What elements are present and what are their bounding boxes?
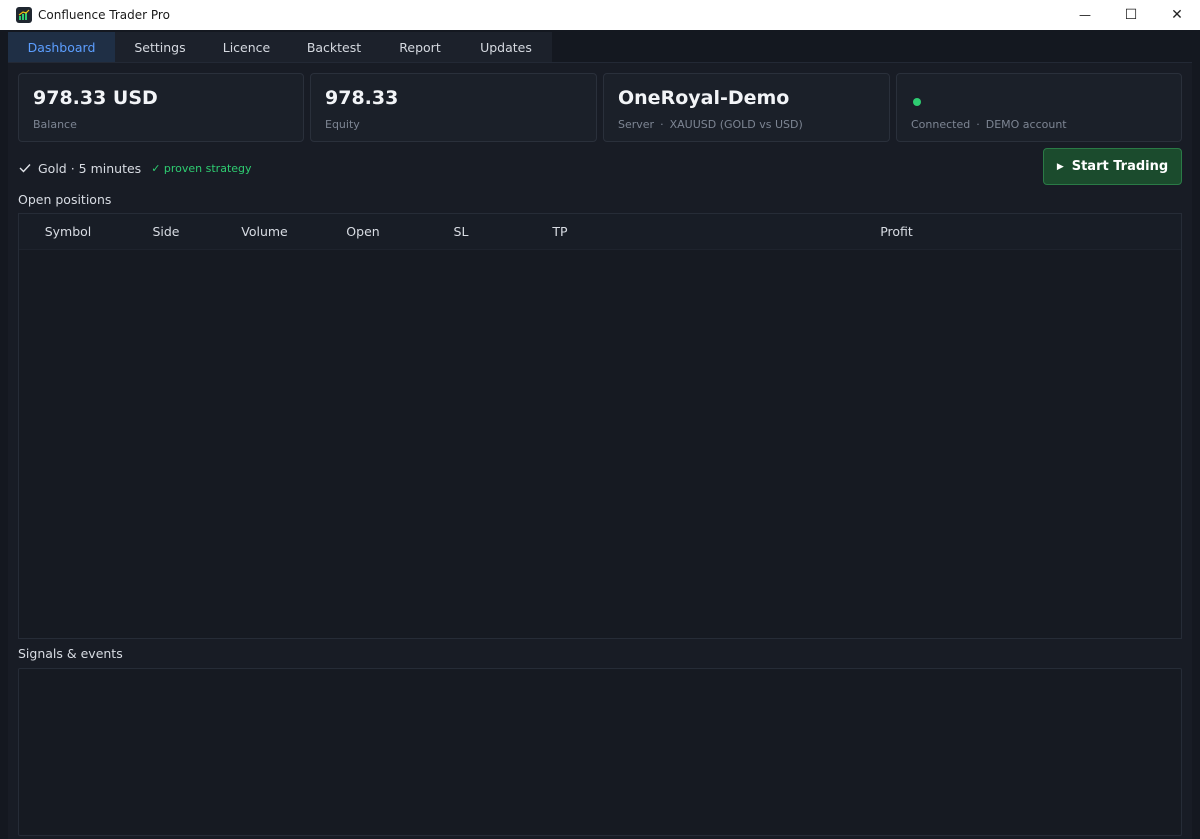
server-card: OneRoyal-Demo Server · XAUUSD (GOLD vs USD… [603,73,890,142]
tab-settings[interactable]: Settings [115,32,205,62]
tab-dashboard[interactable]: Dashboard [8,32,115,62]
separator-dot: · [976,118,980,131]
connection-status: Connected [911,118,971,131]
app-logo-icon [16,7,32,23]
window-titlebar: Confluence Trader Pro — ☐ ✕ [0,0,1200,30]
column-header-symbol[interactable]: Symbol [19,214,117,250]
equity-label: Equity [325,118,360,131]
open-positions-title: Open positions [18,192,112,207]
column-header-open[interactable]: Open [314,214,412,250]
server-symbol: XAUUSD (GOLD vs USD) [669,118,803,131]
signals-events-log[interactable] [18,668,1182,836]
positions-table-header: Symbol Side Volume Open SL TP Profit [19,214,1181,250]
signals-events-title: Signals & events [18,646,123,661]
column-header-side[interactable]: Side [117,214,215,250]
separator-dot: · [660,118,664,131]
positions-table[interactable]: Symbol Side Volume Open SL TP Profit [18,213,1182,639]
column-header-profit[interactable]: Profit [610,214,1183,250]
strategy-label: Gold · 5 minutes [38,160,142,176]
tab-licence[interactable]: Licence [205,32,288,62]
maximize-button[interactable]: ☐ [1108,0,1154,30]
tab-report[interactable]: Report [380,32,460,62]
balance-card: 978.33 USD Balance [18,73,304,142]
tab-bar: Dashboard Settings Licence Backtest Repo… [8,32,552,62]
minimize-icon: — [1079,8,1091,22]
column-header-volume[interactable]: Volume [215,214,314,250]
balance-label: Balance [33,118,77,131]
proven-strategy-badge: ✓ proven strategy [151,161,252,175]
strategy-row: Gold · 5 minutes ✓ proven strategy [18,159,252,177]
start-trading-button[interactable]: ▶ Start Trading [1043,148,1182,185]
play-icon: ▶ [1056,161,1064,172]
connection-status-dot-icon [913,98,921,106]
equity-card: 978.33 Equity [310,73,597,142]
column-header-sl[interactable]: SL [412,214,510,250]
close-icon: ✕ [1171,7,1183,23]
tab-backtest[interactable]: Backtest [288,32,380,62]
server-label-text: Server [618,118,655,131]
server-label: Server · XAUUSD (GOLD vs USD) [618,118,803,131]
equity-value: 978.33 [325,87,399,109]
tab-updates[interactable]: Updates [460,32,552,62]
window-controls: — ☐ ✕ [1062,0,1200,30]
column-header-tp[interactable]: TP [510,214,610,250]
server-value: OneRoyal-Demo [618,87,790,109]
connection-label: Connected · DEMO account [911,118,1067,131]
account-type: DEMO account [985,118,1067,131]
maximize-icon: ☐ [1124,7,1138,23]
minimize-button[interactable]: — [1062,0,1108,30]
window-title: Confluence Trader Pro [38,8,170,22]
connection-card: Connected · DEMO account [896,73,1182,142]
dashboard-panel: 978.33 USD Balance 978.33 Equity OneRoya… [8,62,1192,839]
start-trading-label: Start Trading [1071,159,1169,174]
close-button[interactable]: ✕ [1154,0,1200,30]
check-icon [19,164,31,173]
balance-value: 978.33 USD [33,87,158,109]
